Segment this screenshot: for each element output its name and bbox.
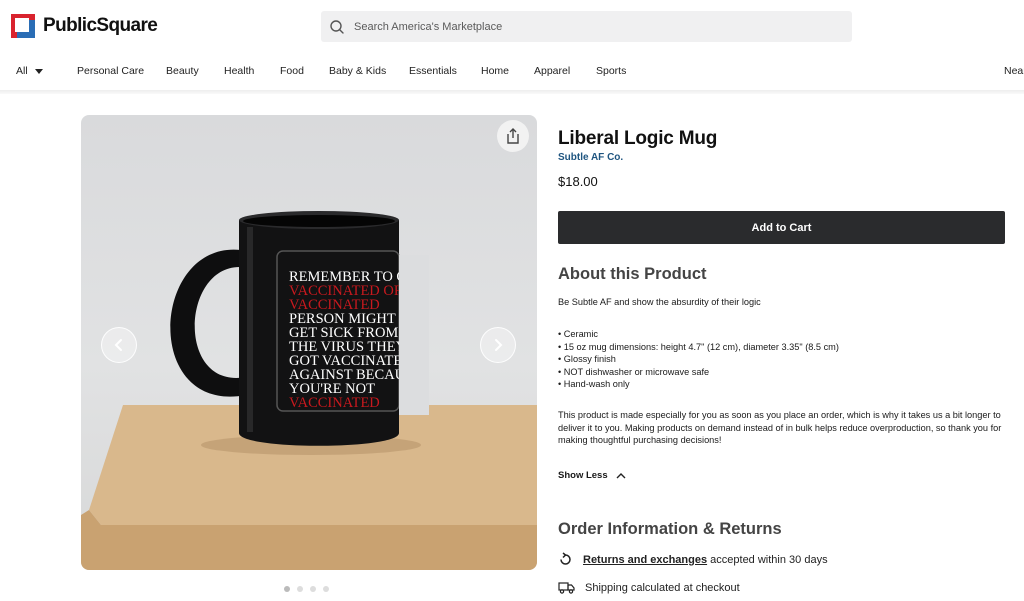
share-button[interactable] bbox=[497, 120, 529, 152]
svg-text:VACCINATED: VACCINATED bbox=[289, 395, 380, 411]
nav-item-near[interactable]: Near bbox=[1004, 65, 1024, 77]
image-pagination bbox=[284, 586, 329, 592]
feature-item: • 15 oz mug dimensions: height 4.7" (12 … bbox=[558, 341, 839, 352]
product-price: $18.00 bbox=[558, 174, 598, 189]
nav-item-food[interactable]: Food bbox=[280, 65, 304, 77]
about-heading: About this Product bbox=[558, 265, 707, 283]
caret-down-icon bbox=[34, 68, 43, 74]
publicsquare-logo-icon bbox=[11, 14, 35, 38]
shipping-text: Shipping calculated at checkout bbox=[585, 581, 740, 594]
feature-item: • Ceramic bbox=[558, 329, 598, 339]
mug-photo: REMEMBER TO GET VACCINATED OR VACCINATED… bbox=[81, 211, 537, 570]
returns-link[interactable]: Returns and exchanges bbox=[583, 554, 707, 566]
feature-item: • Hand-wash only bbox=[558, 379, 630, 389]
feature-item: • Glossy finish bbox=[558, 354, 616, 364]
share-icon bbox=[507, 128, 519, 144]
returns-row: Returns and exchanges accepted within 30… bbox=[558, 552, 828, 567]
nav-all-label: All bbox=[16, 65, 28, 77]
pagination-dot[interactable] bbox=[284, 586, 290, 592]
nav-all-dropdown[interactable]: All bbox=[16, 65, 43, 77]
chevron-left-icon bbox=[114, 339, 122, 351]
nav-item-sports[interactable]: Sports bbox=[596, 65, 626, 77]
search-input[interactable] bbox=[354, 20, 814, 33]
nav-divider bbox=[0, 90, 1024, 94]
pagination-dot[interactable] bbox=[310, 586, 316, 592]
chevron-right-icon bbox=[495, 339, 503, 351]
nav-item-personal-care[interactable]: Personal Care bbox=[77, 65, 144, 77]
nav-item-apparel[interactable]: Apparel bbox=[534, 65, 570, 77]
feature-list: • Ceramic • 15 oz mug dimensions: height… bbox=[558, 328, 839, 391]
next-image-button[interactable] bbox=[480, 327, 516, 363]
pagination-dot[interactable] bbox=[323, 586, 329, 592]
header: PublicSquare bbox=[0, 0, 1024, 52]
made-to-order-note: This product is made especially for you … bbox=[558, 410, 1002, 445]
pagination-dot[interactable] bbox=[297, 586, 303, 592]
nav-item-home[interactable]: Home bbox=[481, 65, 509, 77]
nav-item-essentials[interactable]: Essentials bbox=[409, 65, 457, 77]
feature-item: • NOT dishwasher or microwave safe bbox=[558, 366, 710, 377]
nav-item-health[interactable]: Health bbox=[224, 65, 254, 77]
search-bar[interactable] bbox=[321, 11, 852, 42]
product-title: Liberal Logic Mug bbox=[558, 128, 718, 149]
nav-item-beauty[interactable]: Beauty bbox=[166, 65, 199, 77]
logo-text: PublicSquare bbox=[43, 15, 158, 36]
show-less-label: Show Less bbox=[558, 470, 608, 481]
truck-icon bbox=[558, 582, 575, 594]
prev-image-button[interactable] bbox=[101, 327, 137, 363]
add-to-cart-button[interactable]: Add to Cart bbox=[558, 211, 1005, 244]
brand-link[interactable]: Subtle AF Co. bbox=[558, 152, 623, 163]
nav-item-baby-kids[interactable]: Baby & Kids bbox=[329, 65, 386, 77]
mug-handle bbox=[170, 249, 246, 397]
product-image[interactable]: REMEMBER TO GET VACCINATED OR VACCINATED… bbox=[81, 115, 537, 570]
logo[interactable]: PublicSquare bbox=[11, 14, 158, 38]
returns-text: accepted within 30 days bbox=[710, 553, 828, 566]
search-icon bbox=[330, 19, 344, 34]
order-info-heading: Order Information & Returns bbox=[558, 520, 782, 538]
shipping-row: Shipping calculated at checkout bbox=[558, 581, 740, 594]
about-intro: Be Subtle AF and show the absurdity of t… bbox=[558, 297, 761, 307]
returns-icon bbox=[560, 552, 571, 565]
show-less-toggle[interactable]: Show Less bbox=[558, 470, 626, 481]
category-nav: All Personal Care Beauty Health Food Bab… bbox=[0, 60, 1024, 84]
chevron-up-icon bbox=[616, 473, 626, 479]
